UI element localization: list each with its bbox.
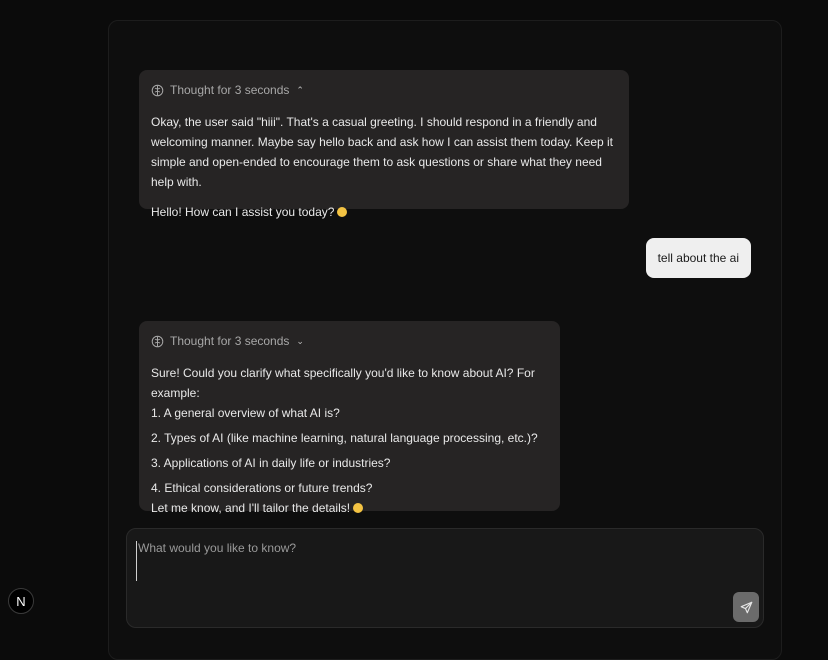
- thought-label: Thought for 3 seconds: [170, 334, 290, 348]
- smiling-face-emoji: [353, 503, 364, 513]
- send-button[interactable]: [733, 592, 759, 622]
- message-input[interactable]: [136, 541, 718, 581]
- reply-line: Let me know, and I'll tailor the details…: [151, 501, 351, 515]
- send-icon: [740, 601, 752, 613]
- user-message-text: tell about the ai: [657, 251, 739, 265]
- chevron-up-icon: ⌃: [296, 85, 304, 95]
- message-composer: [126, 528, 764, 628]
- reply-line: 1. A general overview of what AI is?: [151, 406, 340, 420]
- assistant-message: Thought for 3 seconds ⌃ Okay, the user s…: [139, 70, 629, 219]
- brain-icon: [151, 335, 164, 347]
- thought-toggle[interactable]: Thought for 3 seconds ⌃: [151, 82, 617, 98]
- smiling-face-emoji: [337, 207, 348, 217]
- logo-letter: N: [16, 593, 26, 609]
- reply-line: 4. Ethical considerations or future tren…: [151, 481, 373, 495]
- reply-line: 3. Applications of AI in daily life or i…: [151, 456, 391, 470]
- reply-text: Hello! How can I assist you today?: [151, 205, 335, 219]
- reasoning-text: Okay, the user said "hiii". That's a cas…: [151, 115, 614, 189]
- assistant-message: Thought for 3 seconds ⌄ Sure! Could you …: [139, 321, 560, 515]
- chevron-down-icon: ⌄: [296, 336, 304, 346]
- brain-icon: [151, 84, 164, 96]
- thought-label: Thought for 3 seconds: [170, 83, 290, 97]
- app-logo-badge[interactable]: N: [8, 588, 34, 614]
- reply-line: 2. Types of AI (like machine learning, n…: [151, 431, 538, 445]
- reply-line: Sure! Could you clarify what specificall…: [151, 366, 535, 400]
- thought-toggle[interactable]: Thought for 3 seconds ⌄: [151, 333, 548, 349]
- user-message: tell about the ai: [645, 238, 751, 278]
